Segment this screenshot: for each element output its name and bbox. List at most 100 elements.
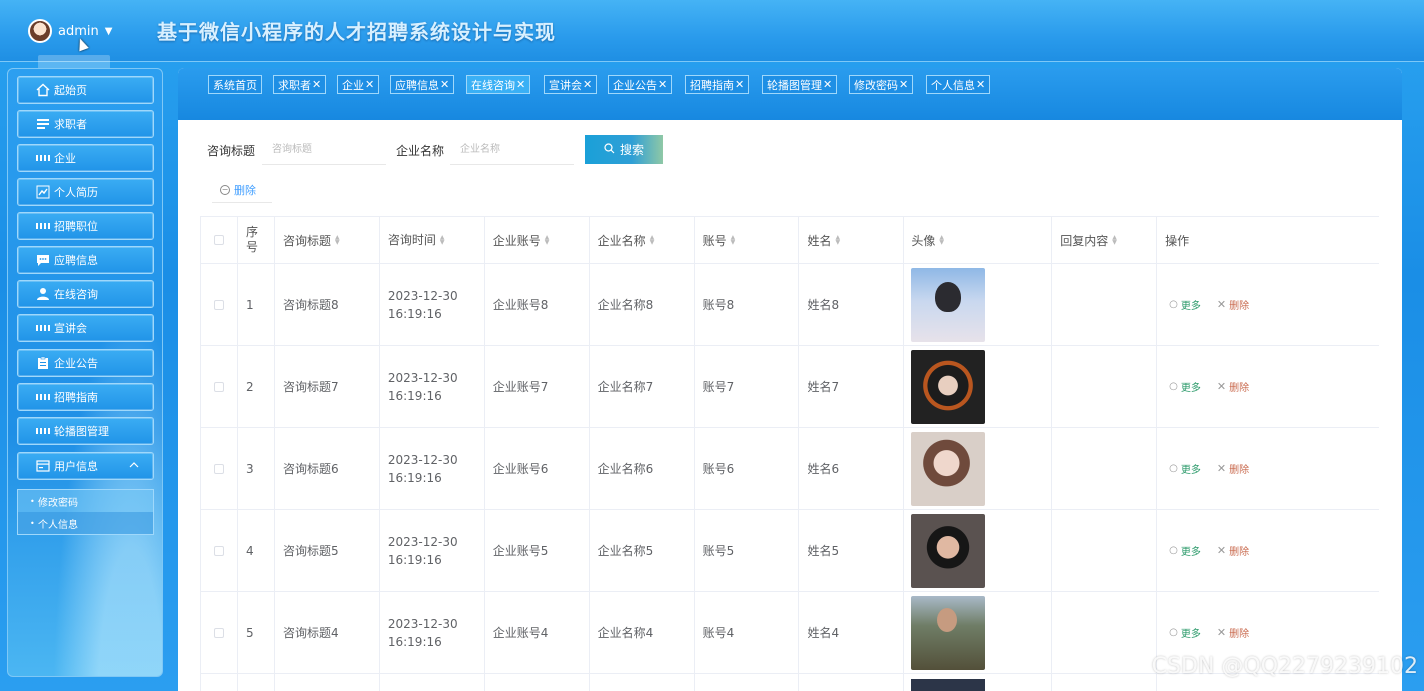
sidebar-item-carousel[interactable]: 轮播图管理: [17, 417, 154, 445]
sort-icon[interactable]: ▲ ▼: [1112, 235, 1117, 246]
row-checkbox[interactable]: [213, 545, 224, 556]
tab-label: 企业公告: [613, 78, 657, 92]
close-icon[interactable]: ✕: [735, 78, 744, 91]
more-button[interactable]: ○ 更多: [1169, 379, 1201, 394]
sort-icon[interactable]: ▲ ▼: [836, 235, 841, 246]
cell-title: 咨询标题4: [275, 592, 380, 673]
header-time[interactable]: 咨询时间 ▲ ▼: [380, 217, 485, 263]
avatar[interactable]: [28, 19, 52, 43]
sort-icon[interactable]: ▲ ▼: [939, 235, 944, 246]
avatar-photo[interactable]: [911, 678, 986, 691]
tab-personal-info[interactable]: 个人信息 ✕: [926, 75, 991, 94]
more-button[interactable]: ○ 更多: [1169, 543, 1201, 558]
user-name[interactable]: admin: [58, 24, 99, 39]
cell-company-account: 企业账号8: [485, 264, 590, 345]
submenu-item-change-password[interactable]: 修改密码: [18, 490, 153, 512]
sidebar-item-home[interactable]: 起始页: [17, 76, 154, 104]
sidebar-item-user-info[interactable]: 用户信息: [17, 452, 154, 480]
card-icon: [36, 459, 50, 473]
submenu-item-personal-info[interactable]: 个人信息: [18, 512, 153, 534]
select-all-checkbox[interactable]: [213, 235, 224, 245]
table-header-row: 序号 咨询标题 ▲ ▼ 咨询时间 ▲ ▼ 企业账号 ▲ ▼ 企业名称 ▲ ▼ 账号 ▲ ▼ 姓名 ▲ ▼…: [201, 217, 1379, 264]
header-reply[interactable]: 回复内容 ▲ ▼: [1052, 217, 1158, 263]
sort-icon[interactable]: ▲ ▼: [731, 235, 736, 246]
sidebar-item-seminar[interactable]: 宣讲会: [17, 314, 154, 342]
cell-name: 姓名4: [799, 592, 905, 673]
sort-icon[interactable]: ▲ ▼: [650, 235, 655, 246]
close-icon[interactable]: ✕: [312, 78, 321, 91]
sort-icon[interactable]: ▲ ▼: [440, 235, 445, 246]
tab-bar: 系统首页 求职者 ✕ 企业 ✕ 应聘信息 ✕ 在线咨询 ✕ 宣讲会 ✕ 企业公告 ✕ 招聘指…: [178, 68, 1402, 120]
close-icon[interactable]: ✕: [516, 78, 525, 91]
more-button[interactable]: ○ 更多: [1169, 461, 1201, 476]
close-icon[interactable]: ✕: [899, 78, 908, 91]
sidebar-item-online-consult[interactable]: 在线咨询: [17, 280, 154, 308]
tab-announcements[interactable]: 企业公告 ✕: [608, 75, 673, 94]
tab-guide[interactable]: 招聘指南 ✕: [685, 75, 750, 94]
sidebar-item-label: 起始页: [54, 84, 87, 97]
more-button[interactable]: ○ 更多: [1169, 625, 1201, 640]
header-account[interactable]: 账号 ▲ ▼: [695, 217, 800, 263]
more-button[interactable]: ○ 更多: [1169, 297, 1201, 312]
close-icon[interactable]: ✕: [440, 78, 449, 91]
avatar-photo[interactable]: [911, 513, 986, 588]
batch-delete-button[interactable]: − 删除: [212, 177, 272, 203]
sort-icon[interactable]: ▲ ▼: [545, 235, 550, 246]
sidebar-item-label: 宣讲会: [54, 322, 87, 335]
user-menu[interactable]: admin ▼: [28, 18, 112, 44]
header-title[interactable]: 咨询标题 ▲ ▼: [275, 217, 380, 263]
sort-icon[interactable]: ▲ ▼: [335, 235, 340, 246]
tab-home[interactable]: 系统首页: [208, 75, 262, 94]
delete-button[interactable]: ✕ 删除: [1217, 625, 1249, 640]
close-icon[interactable]: ✕: [823, 78, 832, 91]
sidebar-item-company[interactable]: 企业: [17, 144, 154, 172]
avatar-photo[interactable]: [911, 349, 986, 424]
row-checkbox[interactable]: [213, 381, 224, 392]
header-label: 回复内容: [1060, 233, 1109, 248]
sidebar-item-job-seekers[interactable]: 求职者: [17, 110, 154, 138]
tab-seminar[interactable]: 宣讲会 ✕: [544, 75, 598, 94]
close-icon[interactable]: ✕: [658, 78, 667, 91]
header-company-name[interactable]: 企业名称 ▲ ▼: [590, 217, 695, 263]
company-search-input[interactable]: [450, 135, 574, 165]
tab-label: 招聘指南: [690, 78, 734, 92]
sidebar-item-job-positions[interactable]: 招聘职位: [17, 212, 154, 240]
header-name[interactable]: 姓名 ▲ ▼: [799, 217, 905, 263]
tab-change-password[interactable]: 修改密码 ✕: [849, 75, 914, 94]
delete-button[interactable]: ✕ 删除: [1217, 543, 1249, 558]
close-icon[interactable]: ✕: [365, 78, 374, 91]
delete-button[interactable]: ✕ 删除: [1217, 379, 1249, 394]
sidebar-item-applications[interactable]: 应聘信息: [17, 246, 154, 274]
search-button[interactable]: 搜索: [585, 135, 663, 164]
avatar-photo[interactable]: [911, 267, 986, 342]
sidebar-item-resume[interactable]: 个人简历: [17, 178, 154, 206]
sidebar-item-guide[interactable]: 招聘指南: [17, 383, 154, 411]
tab-company[interactable]: 企业 ✕: [337, 75, 380, 94]
caret-down-icon[interactable]: ▼: [105, 26, 113, 37]
close-icon: ✕: [1216, 462, 1227, 475]
header-label: 咨询标题: [282, 233, 331, 248]
avatar-photo[interactable]: [911, 595, 986, 670]
row-checkbox[interactable]: [213, 463, 224, 474]
sidebar-item-label: 企业公告: [54, 357, 98, 370]
header-company-account[interactable]: 企业账号 ▲ ▼: [485, 217, 590, 263]
delete-button[interactable]: ✕ 删除: [1217, 461, 1249, 476]
close-icon[interactable]: ✕: [976, 78, 985, 91]
tab-job-seekers[interactable]: 求职者 ✕: [273, 75, 327, 94]
avatar-photo[interactable]: [911, 431, 986, 506]
row-checkbox[interactable]: [213, 299, 224, 310]
chevron-up-icon[interactable]: [129, 461, 139, 472]
sidebar-item-label: 求职者: [54, 118, 87, 131]
cell-name: [799, 674, 905, 691]
delete-button[interactable]: ✕ 删除: [1217, 297, 1249, 312]
row-checkbox[interactable]: [213, 627, 224, 638]
title-search-input[interactable]: [262, 135, 386, 165]
header-avatar[interactable]: 头像 ▲ ▼: [904, 217, 1053, 263]
company-label: 企业名称: [396, 144, 445, 158]
tab-carousel[interactable]: 轮播图管理 ✕: [762, 75, 838, 94]
tab-online-consult[interactable]: 在线咨询 ✕: [466, 75, 531, 94]
sidebar-item-announcements[interactable]: 企业公告: [17, 349, 154, 377]
tab-label: 企业: [342, 78, 364, 92]
close-icon[interactable]: ✕: [583, 78, 592, 91]
tab-applications[interactable]: 应聘信息 ✕: [390, 75, 455, 94]
